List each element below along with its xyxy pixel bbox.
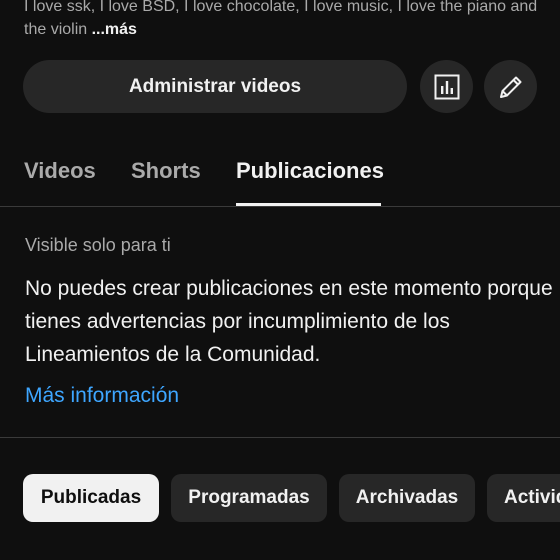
visibility-note: Visible solo para ti: [25, 235, 171, 255]
channel-tabs: Videos Shorts Publicaciones: [0, 140, 560, 206]
more-link[interactable]: ...más: [92, 21, 137, 38]
tab-videos[interactable]: Videos: [24, 158, 96, 184]
section-divider: [0, 437, 560, 438]
more-info-link[interactable]: Más información: [25, 384, 179, 408]
channel-description[interactable]: I love ssk, I love BSD, I love chocolate…: [24, 0, 554, 41]
chip-publicadas[interactable]: Publicadas: [23, 474, 159, 522]
manage-videos-button[interactable]: Administrar videos: [23, 60, 407, 113]
tab-publicaciones[interactable]: Publicaciones: [236, 158, 384, 184]
manage-videos-label: Administrar videos: [128, 75, 302, 97]
tabs-divider: [0, 206, 560, 207]
bar-chart-icon: [434, 74, 459, 99]
analytics-button[interactable]: [420, 60, 473, 113]
pencil-icon: [499, 76, 521, 98]
tab-shorts[interactable]: Shorts: [131, 158, 201, 184]
chip-programadas[interactable]: Programadas: [171, 474, 327, 522]
restriction-message: No puedes crear publicaciones en este mo…: [25, 277, 553, 366]
chip-actividad[interactable]: Activid: [487, 474, 560, 522]
edit-channel-button[interactable]: [484, 60, 537, 113]
chip-archivadas[interactable]: Archivadas: [339, 474, 475, 522]
